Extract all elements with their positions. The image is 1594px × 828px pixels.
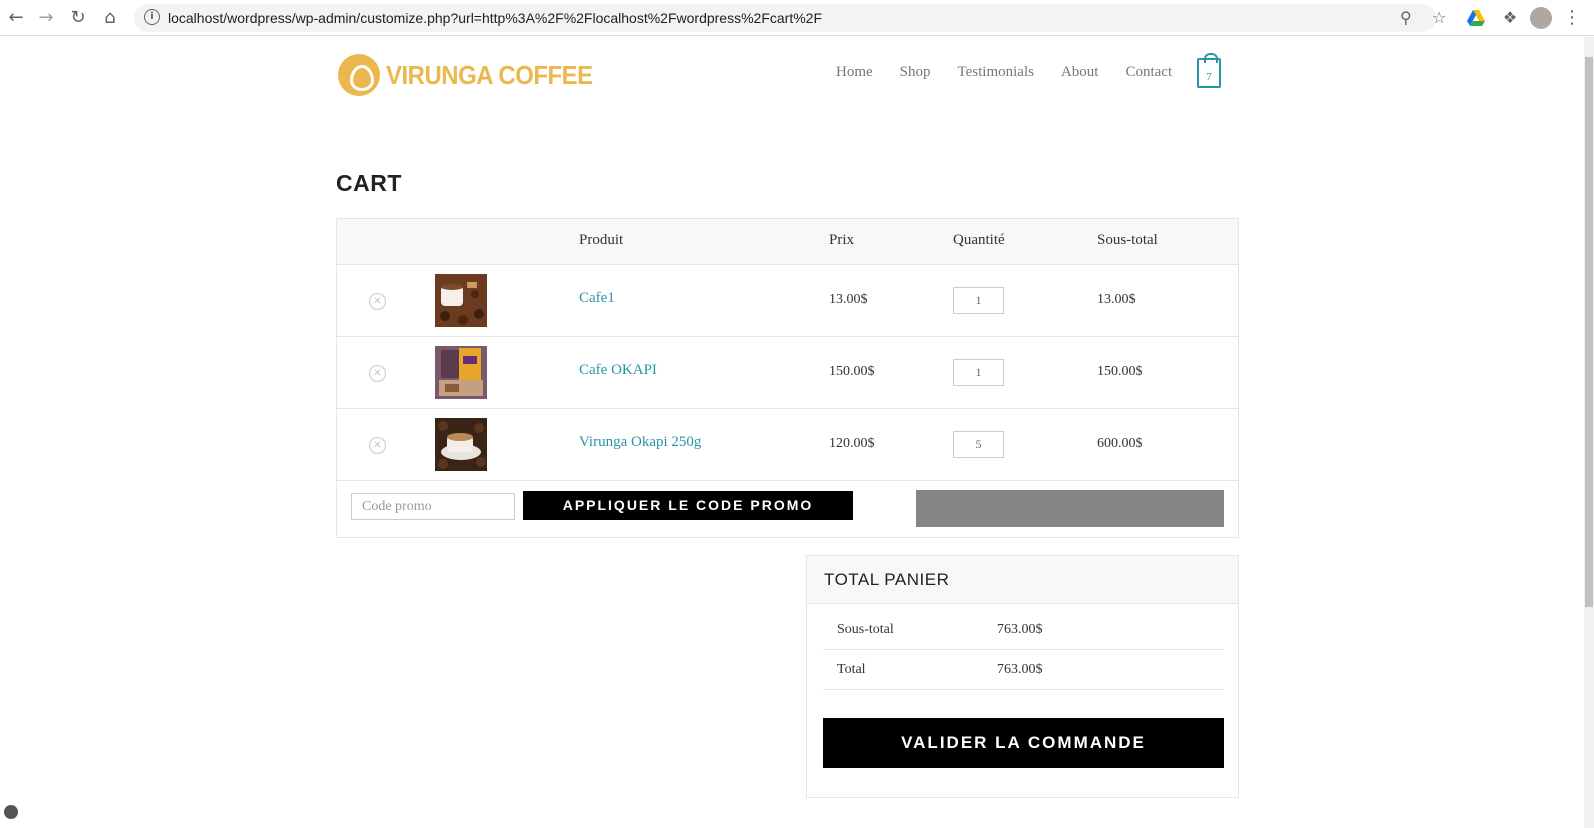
apply-coupon-button[interactable]: APPLIQUER LE CODE PROMO [523,491,853,520]
total-value: 763.00$ [997,662,1043,677]
column-quantity: Quantité [953,232,1005,248]
remove-item-icon[interactable]: ✕ [369,365,386,382]
menu-item-home[interactable]: Home [836,64,873,81]
column-price: Prix [829,232,855,248]
checkout-button[interactable]: VALIDER LA COMMANDE [823,718,1224,768]
product-thumbnail[interactable] [435,418,487,471]
browser-toolbar: ← → ↻ ⌂ i localhost/wordpress/wp-admin/c… [0,0,1594,36]
table-row: ✕ Virunga Okapi 250g 120.00$ 5 600.00$ [337,409,1238,481]
address-bar[interactable]: i localhost/wordpress/wp-admin/customize… [134,4,1446,32]
cart-actions: Code promo APPLIQUER LE CODE PROMO [337,481,1238,537]
customizer-play-icon[interactable] [4,805,18,819]
menu-item-contact[interactable]: Contact [1125,64,1172,81]
site-logo[interactable]: VIRUNGA COFFEE [338,54,611,96]
remove-item-icon[interactable]: ✕ [369,437,386,454]
coupon-code-input[interactable]: Code promo [351,493,515,520]
main-menu: Home Shop Testimonials About Contact [836,64,1199,81]
product-price: 150.00$ [829,364,875,379]
star-icon[interactable]: ☆ [1432,8,1446,27]
table-header: Produit Prix Quantité Sous-total [337,219,1238,265]
update-cart-button[interactable] [916,490,1224,527]
menu-item-shop[interactable]: Shop [900,64,931,81]
product-subtotal: 13.00$ [1097,292,1136,307]
home-icon[interactable]: ⌂ [98,6,122,30]
back-icon[interactable]: ← [4,6,28,30]
menu-item-about[interactable]: About [1061,64,1099,81]
product-thumbnail[interactable] [435,274,487,327]
extensions-icon[interactable]: ❖ [1498,6,1522,30]
table-row: ✕ Cafe1 13.00$ 1 13.00$ [337,265,1238,337]
profile-avatar[interactable] [1530,7,1552,29]
page-scrollbar[interactable] [1584,37,1594,828]
column-product: Produit [579,232,624,248]
subtotal-label: Sous-total [837,622,894,637]
forward-icon[interactable]: → [34,6,58,30]
page-title: CART [336,170,402,196]
product-subtotal: 150.00$ [1097,364,1143,379]
cart-count: 7 [1206,71,1212,83]
subtotal-value: 763.00$ [997,622,1043,637]
quantity-input[interactable]: 1 [953,359,1004,386]
subtotal-row: Sous-total 763.00$ [823,610,1224,650]
product-link[interactable]: Cafe1 [579,290,615,307]
zoom-icon[interactable]: ⚲ [1400,8,1412,27]
product-subtotal: 600.00$ [1097,436,1143,451]
product-price: 120.00$ [829,436,875,451]
url-text[interactable]: localhost/wordpress/wp-admin/customize.p… [168,4,822,32]
menu-icon[interactable]: ⋮ [1560,6,1584,30]
product-thumbnail[interactable] [435,346,487,399]
cart-table: Produit Prix Quantité Sous-total ✕ Cafe1… [336,218,1239,538]
column-subtotal: Sous-total [1097,232,1158,248]
quantity-input[interactable]: 1 [953,287,1004,314]
reload-icon[interactable]: ↻ [66,6,90,30]
cart-bag-icon[interactable]: 7 [1197,53,1221,88]
logo-text: VIRUNGA COFFEE [386,59,593,90]
table-row: ✕ Cafe OKAPI 150.00$ 1 150.00$ [337,337,1238,409]
total-row: Total 763.00$ [823,650,1224,690]
drive-icon[interactable] [1466,8,1486,28]
scrollbar-thumb[interactable] [1585,57,1593,607]
product-link[interactable]: Cafe OKAPI [579,362,657,379]
product-link[interactable]: Virunga Okapi 250g [579,434,701,451]
coffee-bean-icon [338,54,380,96]
info-icon[interactable]: i [144,9,160,25]
quantity-input[interactable]: 5 [953,431,1004,458]
remove-item-icon[interactable]: ✕ [369,293,386,310]
menu-item-testimonials[interactable]: Testimonials [958,64,1034,81]
total-label: Total [837,662,866,677]
totals-title: TOTAL PANIER [807,556,1238,604]
cart-totals: TOTAL PANIER Sous-total 763.00$ Total 76… [806,555,1239,798]
product-price: 13.00$ [829,292,868,307]
